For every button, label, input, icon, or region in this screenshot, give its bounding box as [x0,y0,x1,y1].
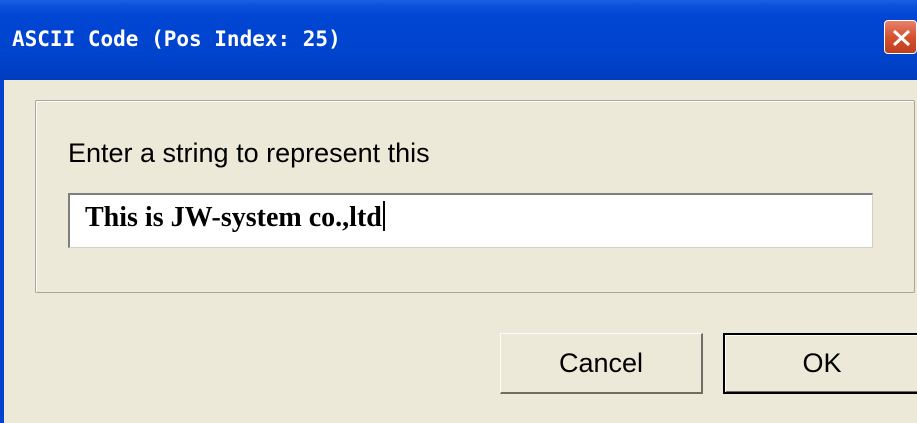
close-button[interactable] [884,20,917,54]
title-bar[interactable]: ASCII Code (Pos Index: 25) [0,0,917,80]
string-input-value: This is JW-system co.,ltd [85,202,382,233]
window-title: ASCII Code (Pos Index: 25) [12,27,341,51]
window-frame-left [0,80,4,423]
prompt-label: Enter a string to represent this [68,138,430,168]
string-input[interactable]: This is JW-system co.,ltd [68,193,873,248]
ok-button[interactable]: OK [723,333,917,394]
text-caret [382,201,385,231]
close-icon [892,29,911,47]
cancel-button[interactable]: Cancel [500,333,703,394]
